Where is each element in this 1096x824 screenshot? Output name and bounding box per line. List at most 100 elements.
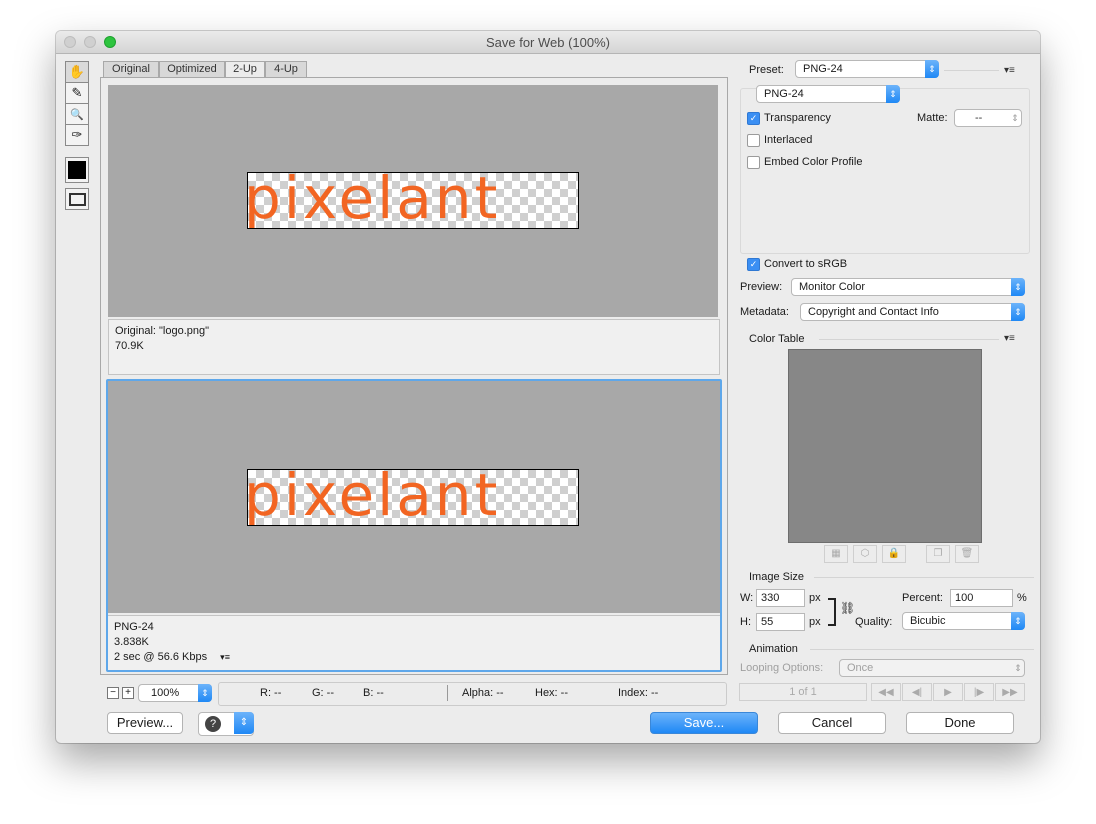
constrain-bracket	[828, 598, 836, 626]
optimized-preview-pane[interactable]: pixelant	[108, 381, 720, 613]
chevron-updown-icon: ⇕	[1011, 612, 1025, 630]
zoom-level-value: 100%	[151, 687, 180, 699]
blue-readout: B: --	[363, 687, 384, 699]
title-bar: Save for Web (100%)	[56, 31, 1040, 54]
chain-link-icon[interactable]: ⛓	[840, 601, 855, 615]
embed-color-profile-checkbox[interactable]	[747, 156, 760, 169]
tab-2-up[interactable]: 2-Up	[225, 61, 265, 78]
looping-options-value: Once	[847, 662, 874, 674]
convert-srgb-checkbox[interactable]: ✓	[747, 258, 760, 271]
percent-input[interactable]: 100	[950, 589, 1013, 607]
fast-forward-icon: ▶▶	[1002, 687, 1018, 698]
height-unit: px	[809, 616, 821, 628]
tab-original[interactable]: Original	[103, 61, 159, 78]
next-frame-button[interactable]: |▶	[964, 683, 994, 701]
optimized-filesize: 3.838K	[114, 636, 149, 648]
done-button[interactable]: Done	[906, 712, 1014, 734]
preview-area: pixelant Original: "logo.png" 70.9K pixe…	[100, 77, 728, 675]
chevron-updown-icon: ⇕	[1014, 663, 1022, 673]
rewind-icon: ◀◀	[878, 687, 894, 698]
slice-select-tool-button[interactable]: ✎	[65, 82, 89, 104]
optimized-format: PNG-24	[114, 621, 154, 633]
chevron-updown-icon: ⇕	[234, 712, 254, 734]
slice-select-icon: ✎	[71, 85, 83, 100]
metadata-popup[interactable]: Copyright and Contact Info ⇕	[800, 303, 1025, 321]
lock-color-button[interactable]: 🔒	[882, 545, 906, 563]
last-frame-button[interactable]: ▶▶	[995, 683, 1025, 701]
looping-options-label: Looping Options:	[740, 662, 824, 674]
download-speed-menu-icon[interactable]: ▾≡	[220, 652, 230, 662]
step-back-icon: ◀|	[911, 687, 923, 698]
tool-palette: ✋ ✎ 🔍 ✑	[65, 61, 90, 211]
toggle-slices-button[interactable]	[65, 188, 89, 210]
first-frame-button[interactable]: ◀◀	[871, 683, 901, 701]
transparency-map-icon: ▦	[831, 548, 841, 559]
original-preview-pane[interactable]: pixelant	[108, 85, 718, 317]
file-format-popup[interactable]: PNG-24 ⇕	[756, 85, 900, 103]
preview-label: Preview:	[740, 281, 783, 293]
map-transparent-button[interactable]: ▦	[824, 545, 848, 563]
checkmark-icon: ✓	[749, 259, 758, 269]
width-input[interactable]: 330	[756, 589, 805, 607]
optimize-menu-icon[interactable]: ▾≡	[1004, 65, 1015, 76]
preview-button[interactable]: Preview...	[107, 712, 183, 734]
optimized-pane-selection[interactable]: pixelant PNG-24 3.838K 2 sec @ 56.6 Kbps…	[106, 379, 722, 672]
status-bar: − + 100% ⇕ R: -- G: -- B: -- Alpha: -- H…	[100, 682, 727, 706]
previous-frame-button[interactable]: ◀|	[902, 683, 932, 701]
save-for-web-dialog: Save for Web (100%) ✋ ✎ 🔍 ✑ Original Opt…	[56, 31, 1040, 743]
zoom-level-popup[interactable]: 100% ⇕	[138, 684, 212, 702]
tab-4-up[interactable]: 4-Up	[265, 61, 307, 78]
quality-popup[interactable]: Bicubic ⇕	[902, 612, 1025, 630]
window-title: Save for Web (100%)	[485, 35, 611, 50]
chevron-updown-icon: ⇕	[1011, 303, 1025, 321]
preview-color-value: Monitor Color	[799, 281, 866, 293]
interlaced-checkbox[interactable]	[747, 134, 760, 147]
alpha-readout: Alpha: --	[462, 687, 504, 699]
height-label: H:	[740, 616, 751, 628]
delete-color-button[interactable]: 🗑	[955, 545, 979, 563]
preset-value: PNG-24	[803, 63, 843, 75]
chevron-updown-icon: ⇕	[925, 60, 939, 78]
zoom-tool-button[interactable]: 🔍	[65, 103, 89, 125]
height-input[interactable]: 55	[756, 613, 805, 631]
add-color-button[interactable]: ❐	[926, 545, 950, 563]
width-label: W:	[740, 592, 754, 604]
original-info-panel: Original: "logo.png" 70.9K	[108, 319, 720, 375]
zoom-in-button[interactable]: +	[122, 687, 134, 699]
preset-popup[interactable]: PNG-24 ⇕	[795, 60, 939, 78]
looping-options-popup[interactable]: Once ⇕	[839, 659, 1025, 677]
hex-readout: Hex: --	[535, 687, 568, 699]
preset-label: Preset:	[749, 64, 784, 76]
optimized-image: pixelant	[247, 469, 579, 526]
preview-color-popup[interactable]: Monitor Color ⇕	[791, 278, 1025, 296]
browser-preview-popup[interactable]: ? ⇕	[198, 712, 254, 736]
color-swatch-icon	[68, 161, 86, 179]
cancel-button[interactable]: Cancel	[778, 712, 886, 734]
save-button[interactable]: Save...	[650, 712, 758, 734]
original-filename: Original: "logo.png"	[115, 325, 210, 337]
matte-popup[interactable]: -- ⇕	[954, 109, 1022, 127]
eyedropper-icon: ✑	[71, 127, 83, 142]
logo-wordmark: pixelant	[247, 172, 501, 229]
readout-divider	[447, 685, 448, 701]
quality-label: Quality:	[855, 616, 893, 628]
chevron-updown-icon: ⇕	[198, 684, 212, 702]
eyedropper-tool-button[interactable]: ✑	[65, 124, 89, 146]
tab-optimized[interactable]: Optimized	[159, 61, 225, 78]
transparency-checkbox[interactable]: ✓	[747, 112, 760, 125]
trash-icon: 🗑	[960, 548, 974, 559]
transparency-label: Transparency	[764, 112, 831, 124]
lock-icon: 🔒	[887, 548, 901, 559]
hand-tool-button[interactable]: ✋	[65, 61, 89, 83]
color-table-menu-icon[interactable]: ▾≡	[1004, 333, 1015, 344]
web-shift-button[interactable]: ⬡	[853, 545, 877, 563]
matte-label: Matte:	[917, 112, 948, 124]
interlaced-label: Interlaced	[764, 134, 813, 146]
play-button[interactable]: ▶	[933, 683, 963, 701]
color-table-swatches[interactable]	[788, 349, 982, 543]
eyedropper-color-swatch[interactable]	[65, 157, 89, 183]
new-color-icon: ❐	[933, 548, 943, 559]
animation-separator	[810, 649, 1034, 650]
zoom-out-button[interactable]: −	[107, 687, 119, 699]
image-size-title: Image Size	[749, 571, 805, 583]
